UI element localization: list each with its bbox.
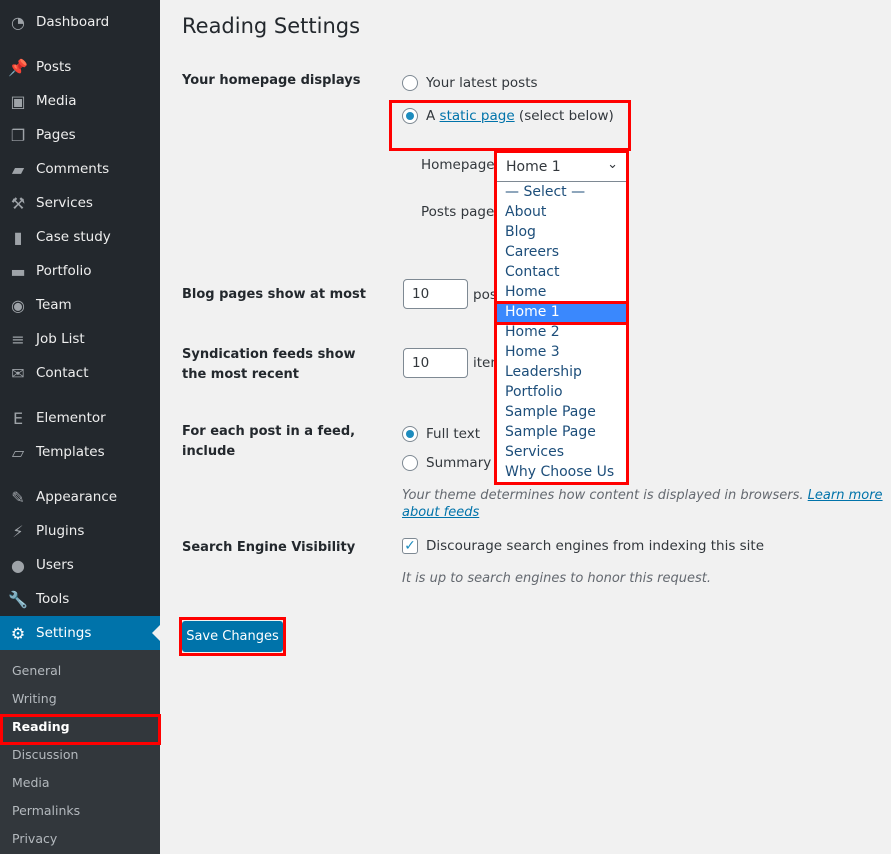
sidebar-item-settings[interactable]: ⚙ Settings — [0, 616, 160, 650]
pin-icon: 📌 — [8, 57, 28, 77]
team-icon: ◉ — [11, 295, 25, 315]
submenu-item-general[interactable]: General — [12, 663, 61, 678]
highlight-box — [389, 100, 631, 151]
mail-icon: ✉ — [11, 363, 25, 383]
homepage-displays-label: Your homepage displays — [182, 73, 361, 88]
sidebar-item-label: Job List — [36, 331, 85, 347]
plug-icon: ⚡ — [12, 521, 24, 541]
feed-label: For each post in a feed, include — [182, 424, 356, 459]
radio-full[interactable] — [402, 426, 418, 442]
submenu-item-media[interactable]: Media — [12, 775, 50, 790]
sidebar-item-label: Portfolio — [36, 263, 92, 279]
hammer-icon: ⚒ — [10, 193, 26, 213]
checkbox-checked-icon[interactable]: ✓ — [402, 538, 418, 554]
sidebar-item-label: Comments — [36, 161, 110, 177]
sidebar-item-label: Settings — [36, 625, 92, 641]
sidebar-item-label: Dashboard — [36, 14, 110, 30]
highlight-box — [494, 301, 629, 325]
sidebar-item-label: Posts — [36, 59, 72, 75]
submenu-item-privacy[interactable]: Privacy — [12, 831, 57, 846]
sidebar-item-label: Users — [36, 557, 74, 573]
sidebar-item-comments[interactable]: ▰ Comments — [0, 152, 160, 186]
dashboard-icon: ◔ — [11, 12, 25, 32]
media-icon: ▣ — [10, 91, 26, 111]
sidebar-item-media[interactable]: ▣ Media — [0, 84, 160, 118]
blog-pages-input[interactable]: 10 — [403, 279, 468, 309]
homepage-label: Homepage: — [421, 157, 500, 173]
sidebar-item-portfolio[interactable]: ▬ Portfolio — [0, 254, 160, 288]
submenu-item-discussion[interactable]: Discussion — [12, 747, 78, 762]
sidebar-item-contact[interactable]: ✉ Contact — [0, 356, 160, 390]
sidebar-item-label: Case study — [36, 229, 111, 245]
sidebar-item-users[interactable]: ● Users — [0, 548, 160, 582]
radio-summary[interactable] — [402, 455, 418, 471]
sidebar-item-posts[interactable]: 📌 Posts — [0, 50, 160, 84]
sidebar-item-label: Pages — [36, 127, 76, 143]
folder-open-icon: ▱ — [11, 442, 25, 462]
posts-page-label: Posts page: — [421, 204, 499, 220]
pages-icon: ❐ — [10, 125, 26, 145]
sidebar-item-dashboard[interactable]: ◔ Dashboard — [0, 5, 160, 39]
list-icon: ≡ — [11, 329, 25, 349]
sidebar-item-pages[interactable]: ❐ Pages — [0, 118, 160, 152]
highlight-box — [0, 714, 161, 745]
sidebar-item-label: Services — [36, 195, 93, 211]
sidebar-item-services[interactable]: ⚒ Services — [0, 186, 160, 220]
search-description: It is up to search engines to honor this… — [402, 571, 711, 586]
folder-icon: ▬ — [10, 261, 26, 281]
submenu-item-writing[interactable]: Writing — [12, 691, 57, 706]
sidebar-item-label: Contact — [36, 365, 89, 381]
feed-description: Your theme determines how content is dis… — [402, 488, 883, 520]
sidebar-item-label: Media — [36, 93, 77, 109]
sidebar-item-tools[interactable]: 🔧 Tools — [0, 582, 160, 616]
search-visibility-label: Search Engine Visibility — [182, 540, 356, 555]
full-text-option[interactable]: Full text — [402, 426, 480, 442]
sidebar-item-templates[interactable]: ▱ Templates — [0, 435, 160, 469]
sidebar-item-case-study[interactable]: ▮ Case study — [0, 220, 160, 254]
sidebar-item-plugins[interactable]: ⚡ Plugins — [0, 514, 160, 548]
elementor-icon: E — [12, 408, 24, 428]
blog-pages-label: Blog pages show at most — [182, 287, 366, 302]
sidebar-item-appearance[interactable]: ✎ Appearance — [0, 480, 160, 514]
book-icon: ▮ — [13, 227, 23, 247]
discourage-search-option[interactable]: ✓ Discourage search engines from indexing… — [402, 538, 764, 554]
syndication-label: Syndication feeds show the most recent — [182, 347, 356, 382]
settings-submenu: General Writing Reading Discussion Media Perm… — [0, 650, 160, 854]
sidebar-item-team[interactable]: ◉ Team — [0, 288, 160, 322]
user-icon: ● — [11, 555, 25, 575]
page-title: Reading Settings — [182, 14, 361, 38]
submenu-item-permalinks[interactable]: Permalinks — [12, 803, 80, 818]
radio-latest[interactable] — [402, 75, 418, 91]
sidebar-item-elementor[interactable]: E Elementor — [0, 401, 160, 435]
syndication-input[interactable]: 10 — [403, 348, 468, 378]
brush-icon: ✎ — [11, 487, 25, 507]
sidebar-item-label: Team — [36, 297, 72, 313]
sidebar-item-job-list[interactable]: ≡ Job List — [0, 322, 160, 356]
sidebar-item-label: Tools — [36, 591, 70, 607]
sidebar-item-label: Appearance — [36, 489, 118, 505]
sidebar-item-label: Plugins — [36, 523, 85, 539]
summary-option[interactable]: Summary — [402, 455, 491, 471]
settings-icon: ⚙ — [10, 623, 26, 643]
sidebar-item-label: Elementor — [36, 410, 106, 426]
highlight-box — [179, 617, 286, 656]
comment-icon: ▰ — [11, 159, 25, 179]
sidebar-item-label: Templates — [36, 444, 105, 460]
wrench-icon: 🔧 — [8, 589, 28, 609]
latest-posts-option[interactable]: Your latest posts — [402, 75, 538, 91]
